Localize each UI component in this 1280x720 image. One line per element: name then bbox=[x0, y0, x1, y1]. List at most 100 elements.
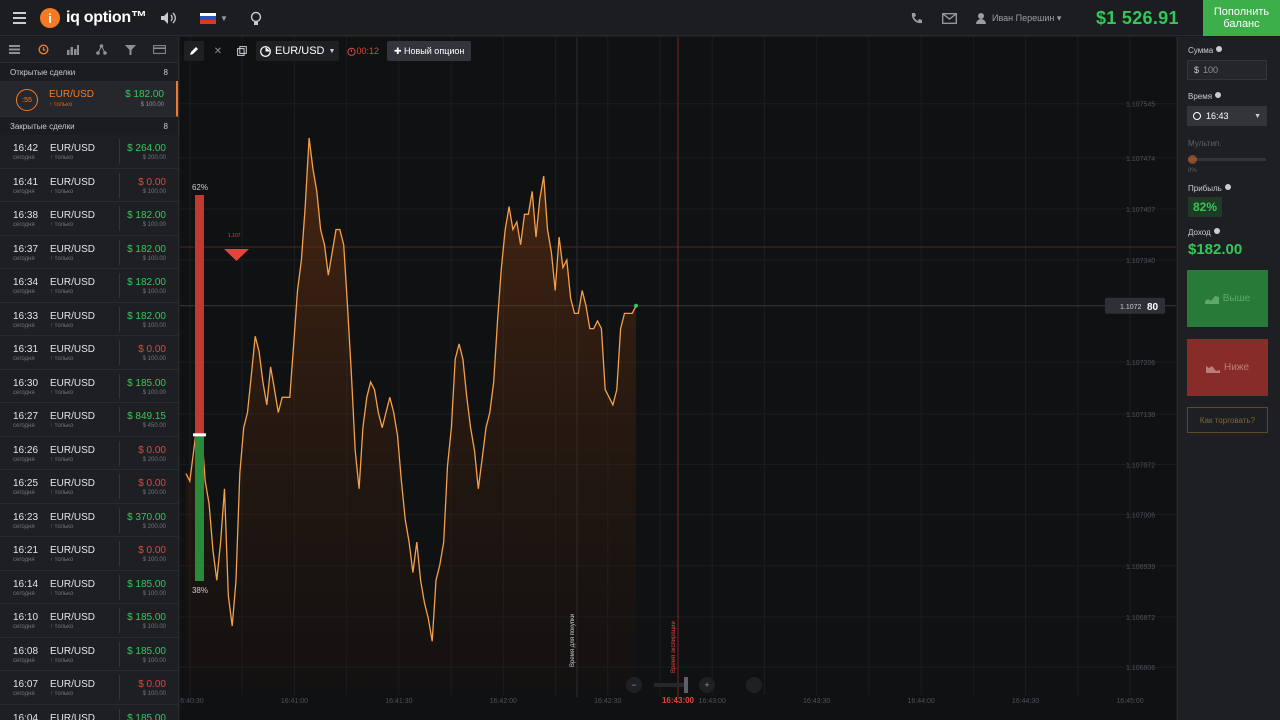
info-icon[interactable] bbox=[1224, 184, 1231, 190]
deal-row[interactable]: 16:10 сегодня EUR/USD ↑ только $ 185.00 $ 100… bbox=[0, 604, 178, 638]
how-to-trade-button[interactable]: Как торговать? bbox=[1187, 407, 1268, 433]
time-select[interactable]: 16:43 ▼ bbox=[1187, 106, 1267, 126]
deal-invest: $ 100.00 bbox=[142, 624, 166, 630]
y-tick-label: 1.107072 bbox=[1126, 462, 1155, 469]
y-tick-label: 1.107006 bbox=[1126, 513, 1155, 520]
leverage-slider-handle[interactable] bbox=[1188, 155, 1197, 164]
deal-row[interactable]: 16:38 сегодня EUR/USD ↑ только $ 182.00 $ 100… bbox=[0, 202, 178, 236]
y-tick-label: 1.107474 bbox=[1126, 156, 1155, 163]
logo[interactable]: i iq option™ bbox=[40, 0, 147, 36]
deal-row[interactable]: 16:07 сегодня EUR/USD ↑ только $ 0.00 $ 100.0… bbox=[0, 671, 178, 705]
asset-selector[interactable]: EUR/USD ▼ bbox=[256, 41, 340, 61]
income-value: $182.00 bbox=[1188, 241, 1243, 258]
deal-row[interactable]: 16:14 сегодня EUR/USD ↑ только $ 185.00 $ 100… bbox=[0, 571, 178, 604]
x-tick-label: 16:43:00 bbox=[699, 698, 726, 705]
deal-direction: ↑ только bbox=[50, 222, 74, 228]
copy-icon[interactable] bbox=[232, 41, 252, 61]
deal-row[interactable]: 16:33 сегодня EUR/USD ↑ только $ 182.00 $ 100… bbox=[0, 303, 178, 336]
bulb-icon[interactable] bbox=[250, 0, 262, 36]
deal-row[interactable]: 16:23 сегодня EUR/USD ↑ только $ 370.00 $ 200… bbox=[0, 504, 178, 537]
divider bbox=[119, 239, 120, 265]
sentiment-bar-up bbox=[195, 195, 204, 435]
put-label: Ниже bbox=[1223, 362, 1250, 373]
chart-icon[interactable] bbox=[58, 37, 87, 63]
open-deals-header: Открытые сделки 8 bbox=[0, 63, 178, 81]
deal-row[interactable]: 16:25 сегодня EUR/USD ↑ только $ 0.00 $ 200.0… bbox=[0, 470, 178, 504]
info-icon[interactable] bbox=[1216, 46, 1223, 52]
pencil-icon[interactable] bbox=[184, 41, 204, 61]
deal-row[interactable]: 16:04сегодняEUR/USD↑ только$ 185.00$ 100… bbox=[0, 705, 178, 720]
card-icon[interactable] bbox=[145, 37, 174, 63]
deposit-button[interactable]: Пополнить баланс bbox=[1203, 0, 1280, 36]
filter-icon[interactable] bbox=[116, 37, 145, 63]
deal-invest: $ 450.00 bbox=[142, 423, 166, 429]
divider bbox=[119, 172, 120, 198]
deal-amount: $ 0.00 bbox=[138, 444, 166, 456]
deal-row[interactable]: 16:37 сегодня EUR/USD ↑ только $ 182.00 $ 100… bbox=[0, 236, 178, 269]
new-option-button[interactable]: ✚ Новый опцион bbox=[386, 41, 472, 61]
price-chart[interactable]: 1.107545 1.107474 1.107407 1.107340 1.107206… bbox=[180, 37, 1176, 720]
amount-input[interactable]: $ 100 bbox=[1187, 60, 1267, 80]
deal-time: 16:42 bbox=[13, 143, 39, 154]
user-menu[interactable]: Иван Перешин ▾ bbox=[976, 0, 1061, 36]
share-icon[interactable] bbox=[87, 37, 116, 63]
deal-day: сегодня bbox=[13, 255, 35, 262]
deal-direction: ↑ только bbox=[50, 624, 74, 630]
deal-row[interactable]: 16:34 сегодня EUR/USD ↑ только $ 182.00 $ 100… bbox=[0, 269, 178, 303]
expiry-line-label: Время экспирации bbox=[671, 621, 677, 673]
deal-row[interactable]: 16:42 сегодня EUR/USD ↑ только $ 264.00 $ 200… bbox=[0, 135, 178, 169]
chart-area[interactable]: 1.107545 1.107474 1.107407 1.107340 1.107206… bbox=[180, 37, 1176, 720]
currency-symbol: $ bbox=[1194, 65, 1200, 75]
deal-direction: ↑ только bbox=[50, 322, 74, 329]
open-deal-row[interactable]: :55 EUR/USD ↑ только $ 182.00 $ 100.00 bbox=[0, 81, 178, 117]
deal-day: сегодня bbox=[13, 624, 35, 630]
call-button[interactable]: Выше bbox=[1187, 270, 1268, 327]
history-icon[interactable] bbox=[29, 37, 58, 63]
deal-pair: EUR/USD bbox=[50, 645, 96, 657]
put-button[interactable]: Ниже bbox=[1187, 339, 1268, 396]
open-deal-direction: ↑ только bbox=[49, 102, 73, 108]
divider bbox=[119, 340, 120, 365]
divider bbox=[119, 139, 120, 164]
deal-direction: ↑ только bbox=[50, 456, 74, 463]
deal-pair: EUR/USD bbox=[50, 511, 96, 523]
deal-amount: $ 182.00 bbox=[127, 310, 166, 322]
info-icon[interactable] bbox=[1213, 228, 1220, 234]
deal-row[interactable]: 16:30 сегодня EUR/USD ↑ только $ 185.00 $ 100… bbox=[0, 370, 178, 403]
x-tick-label: 16:42:30 bbox=[594, 698, 621, 705]
info-icon[interactable] bbox=[1215, 92, 1222, 98]
deal-amount: $ 264.00 bbox=[127, 143, 166, 154]
timer-value: 00:12 bbox=[356, 46, 379, 56]
x-tick-label: 16:41:30 bbox=[385, 698, 412, 705]
deal-row[interactable]: 16:21 сегодня EUR/USD ↑ только $ 0.00 $ 100.0… bbox=[0, 537, 178, 571]
deal-row[interactable]: 16:08 сегодня EUR/USD ↑ только $ 185.00 $ 100… bbox=[0, 638, 178, 671]
y-tick-label: 1.107407 bbox=[1126, 207, 1155, 214]
deal-row[interactable]: 16:41 сегодня EUR/USD ↑ только $ 0.00 $ 100.0… bbox=[0, 169, 178, 202]
divider bbox=[119, 206, 120, 231]
deal-direction: ↑ только bbox=[50, 155, 74, 161]
profit-value: 82% bbox=[1188, 197, 1223, 217]
y-tick-label: 1.107340 bbox=[1126, 258, 1155, 265]
leverage-slider-track[interactable] bbox=[1188, 158, 1266, 161]
x-tick-label: 16:41:00 bbox=[281, 698, 308, 705]
mail-icon[interactable] bbox=[942, 0, 957, 36]
menu-icon[interactable] bbox=[12, 0, 26, 36]
deal-direction: ↑ только bbox=[50, 523, 74, 530]
phone-icon[interactable] bbox=[910, 0, 923, 36]
deals-panel: Открытые сделки 8 :55 EUR/USD ↑ только $… bbox=[0, 37, 179, 720]
deal-row[interactable]: 16:31 сегодня EUR/USD ↑ только $ 0.00 $ 100.0… bbox=[0, 336, 178, 370]
deal-amount: $ 185.00 bbox=[127, 645, 166, 657]
balance[interactable]: $1 526.91 bbox=[1096, 0, 1179, 36]
sound-icon[interactable] bbox=[160, 0, 176, 36]
deal-row[interactable]: 16:26 сегодня EUR/USD ↑ только $ 0.00 $ 200.0… bbox=[0, 437, 178, 470]
deal-row[interactable]: 16:27 сегодня EUR/USD ↑ только $ 849.15 $ 450… bbox=[0, 403, 178, 437]
trade-panel: Сумма $ 100 Время 16:43 ▼ Мультип. 0% Пр… bbox=[1177, 37, 1280, 720]
chart-toolbar: ✕ EUR/USD ▼ 00:12 ✚ Новый опцион bbox=[184, 40, 472, 62]
list-icon[interactable] bbox=[0, 37, 29, 63]
deal-time: 16:08 bbox=[13, 645, 39, 657]
profit-label-text: Прибыль bbox=[1188, 184, 1222, 193]
top-bar: i iq option™ ▼ Иван Перешин ▾ $1 526.91 … bbox=[0, 0, 1280, 36]
close-icon[interactable]: ✕ bbox=[208, 41, 228, 61]
language-selector[interactable]: ▼ bbox=[200, 0, 228, 36]
flag-ru-icon bbox=[200, 12, 216, 24]
